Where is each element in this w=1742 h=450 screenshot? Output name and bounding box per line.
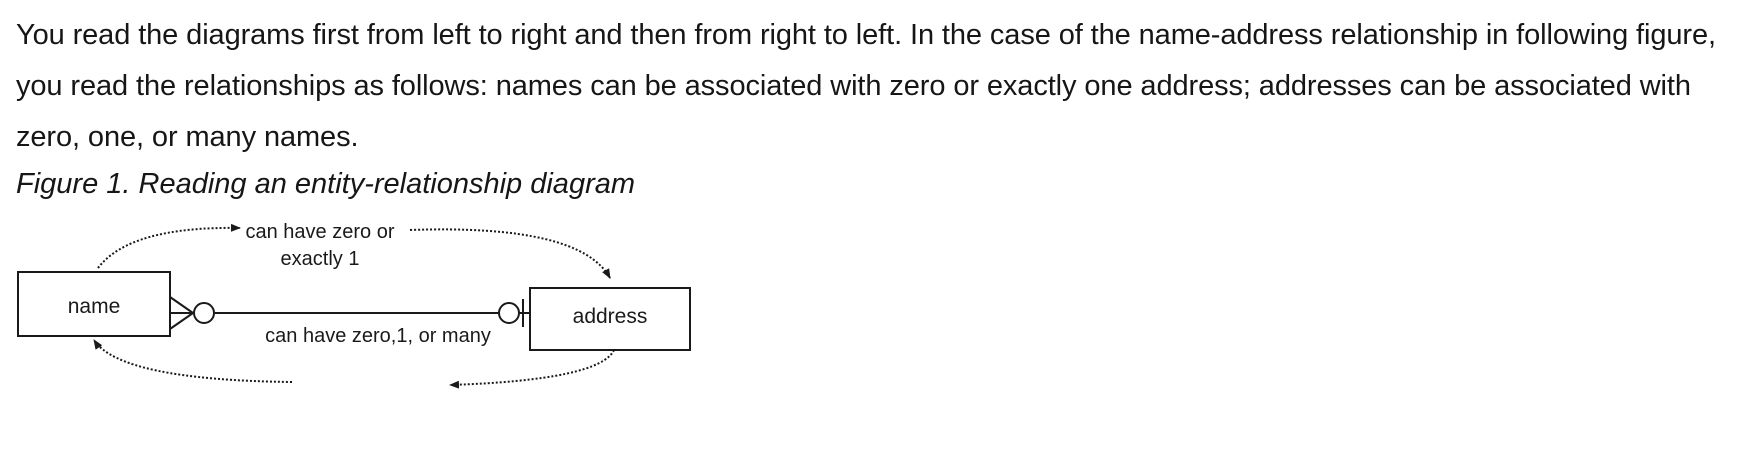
top-relationship-label-line1: can have zero or bbox=[246, 221, 395, 243]
top-relationship-label-line2: exactly 1 bbox=[281, 248, 360, 270]
bottom-left-dotted-arrow bbox=[93, 339, 293, 383]
top-left-dotted-arrow bbox=[97, 223, 241, 269]
zero-circle-left bbox=[193, 302, 215, 324]
article-content: You read the diagrams first from left to… bbox=[16, 10, 1732, 205]
body-paragraph: You read the diagrams first from left to… bbox=[16, 19, 1716, 153]
top-right-dotted-arrow bbox=[409, 228, 611, 279]
figure-caption: Figure 1. Reading an entity-relationship… bbox=[16, 168, 636, 200]
name-entity-label: name bbox=[68, 295, 121, 318]
bottom-relationship-label: can have zero,1, or many bbox=[265, 325, 491, 347]
bottom-right-dotted-arrow bbox=[449, 349, 615, 389]
zero-circle-right bbox=[498, 302, 520, 324]
many-crows-foot-symbol bbox=[169, 296, 194, 330]
address-entity-label: address bbox=[573, 305, 648, 328]
er-diagram: name address can have zero or exactly 1 … bbox=[10, 210, 770, 430]
er-diagram-svg: name address can have zero or exactly 1 … bbox=[17, 221, 691, 389]
